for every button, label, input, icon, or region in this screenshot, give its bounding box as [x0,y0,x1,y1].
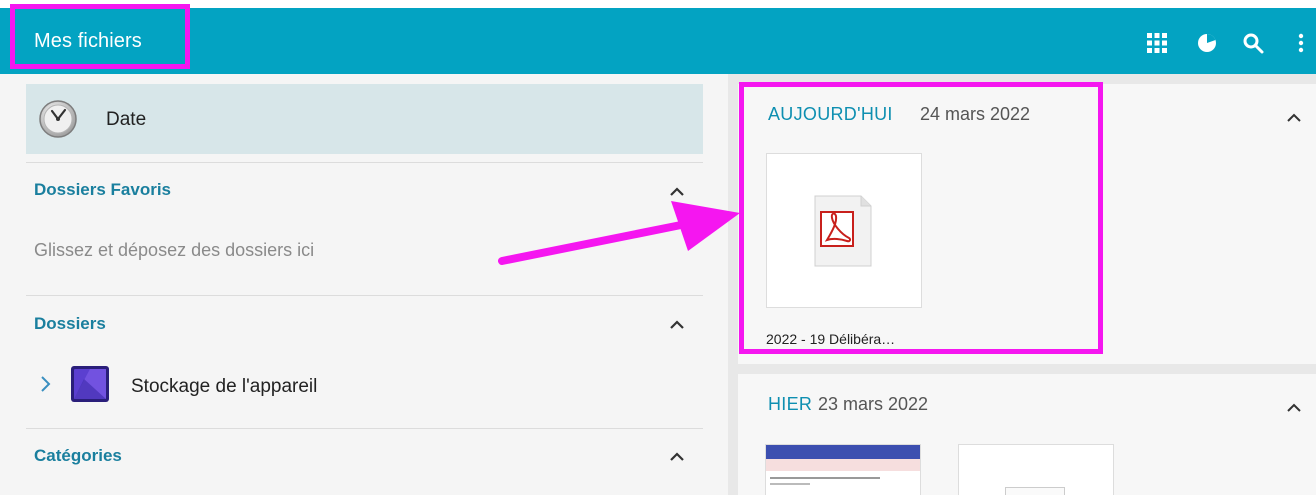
storage-usage-icon[interactable] [1196,32,1218,54]
divider [26,162,703,163]
today-annotation-box [739,82,1103,354]
favorites-section-title: Dossiers Favoris [34,180,172,199]
device-storage-icon [70,365,110,403]
sidebar: Date Dossiers Favoris Glissez et déposez… [0,74,728,495]
categories-section-title: Catégories [34,446,122,465]
search-icon[interactable] [1242,32,1264,54]
divider [26,428,703,429]
group-date-yesterday: 23 mars 2022 [818,394,929,414]
thumbnail-preview-band [766,459,920,471]
thumbnail-preview-header [766,445,920,459]
categories-collapse-chevron-up-icon[interactable] [667,449,687,463]
clock-icon [38,99,78,139]
file-thumbnail[interactable] [765,444,921,495]
divider [26,295,703,296]
file-thumbnail[interactable] [958,444,1114,495]
annotation-arrow-icon [496,195,746,275]
collapse-yesterday-chevron-up-icon[interactable] [1285,400,1303,412]
favorites-placeholder: Glissez et déposez des dossiers ici [34,240,315,260]
app-bar: Mes fichiers [0,8,1316,74]
expand-folder-chevron-right-icon[interactable] [38,374,52,394]
collapse-today-chevron-up-icon[interactable] [1285,110,1303,122]
group-card-yesterday: HIER 23 mars 2022 [738,374,1316,495]
folders-section-title: Dossiers [34,314,106,333]
more-options-icon[interactable] [1296,32,1306,54]
thumbnail-preview-line [770,477,880,479]
grid-view-icon[interactable] [1146,32,1168,54]
thumbnail-preview-icon [1005,487,1065,495]
my-files-screen: Mes fichiers Date Dossiers Favoris Gliss… [0,0,1316,495]
title-annotation-box [10,4,190,69]
folders-collapse-chevron-up-icon[interactable] [667,317,687,331]
group-label-yesterday: HIER [768,394,813,414]
sort-by-date-item[interactable]: Date [26,84,703,154]
sort-date-label: Date [106,109,147,130]
folder-item-device-storage[interactable]: Stockage de l'appareil [131,376,317,398]
thumbnail-preview-line [770,483,810,485]
